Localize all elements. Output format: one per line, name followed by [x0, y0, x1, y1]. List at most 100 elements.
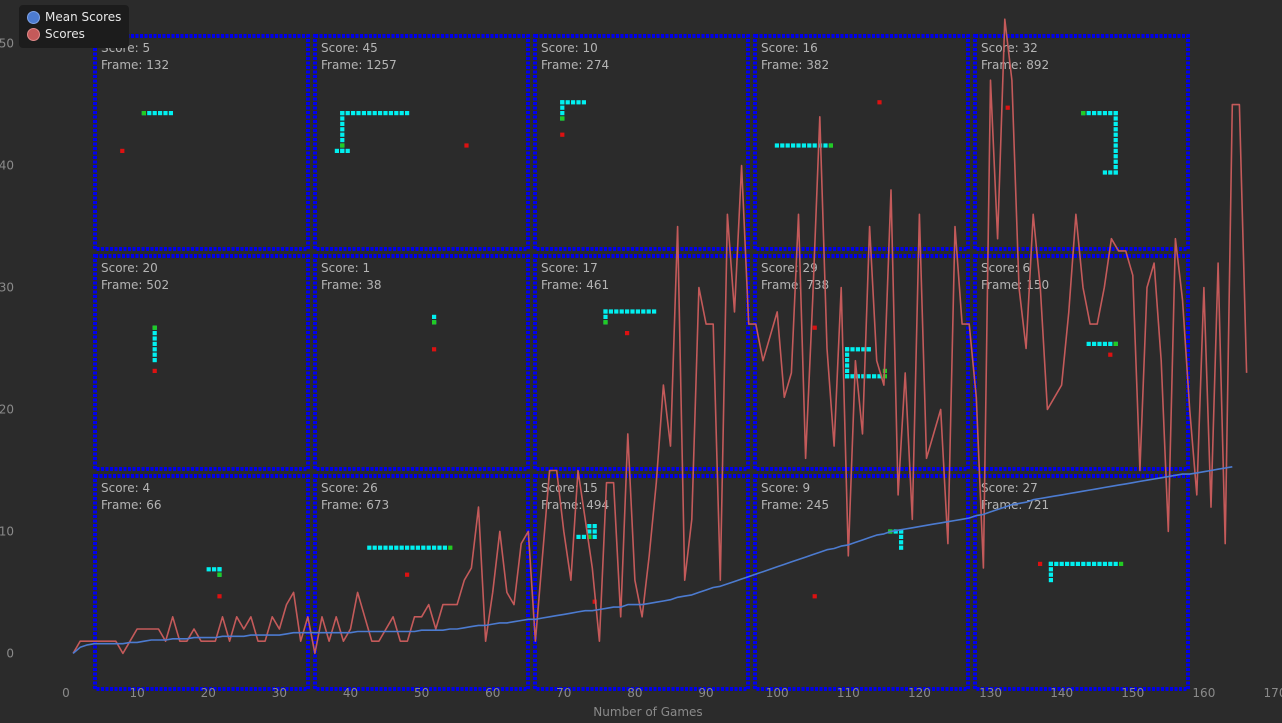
snake-body-cell	[415, 545, 420, 550]
legend-mean-label: Mean Scores	[45, 10, 122, 24]
snake-body-cell	[625, 309, 630, 314]
snake-head-cell	[141, 111, 146, 116]
snake-body-cell	[1097, 341, 1102, 346]
food-cell	[1005, 105, 1010, 110]
snake-body-cell	[378, 111, 383, 116]
board-frame-label: Frame: 892	[981, 58, 1049, 72]
board-frame-label: Frame: 38	[321, 278, 382, 292]
snake-body-cell	[158, 111, 163, 116]
x-tick-label: 50	[414, 686, 429, 700]
snake-body-cell	[345, 148, 350, 153]
board-frame-label: Frame: 66	[101, 498, 162, 512]
scores-line	[72, 18, 1248, 655]
snake-body-cell	[850, 374, 855, 379]
snake-body-cell	[442, 545, 447, 550]
snake-body-cell	[855, 347, 860, 352]
snake-body-cell	[812, 143, 817, 148]
snake-body-cell	[168, 111, 173, 116]
board-frame-label: Frame: 245	[761, 498, 829, 512]
snake-body-cell	[1102, 561, 1107, 566]
snake-body-cell	[581, 100, 586, 105]
board-score-label: Score: 17	[541, 261, 598, 275]
snake-head-cell	[217, 572, 222, 577]
y-tick-label: 50	[0, 37, 14, 51]
x-tick-label: 120	[908, 686, 931, 700]
snake-body-cell	[437, 545, 442, 550]
snake-body-cell	[845, 363, 850, 368]
snake-body-cell	[1108, 170, 1113, 175]
snake-body-cell	[1113, 159, 1118, 164]
snake-body-cell	[1081, 561, 1086, 566]
y-tick-label: 20	[0, 402, 14, 416]
snake-body-cell	[340, 138, 345, 143]
food-cell	[812, 594, 817, 599]
snake-body-cell	[340, 121, 345, 126]
food-cell	[464, 143, 469, 148]
snake-body-cell	[372, 111, 377, 116]
snake-body-cell	[845, 368, 850, 373]
board-frame-label: Frame: 274	[541, 58, 609, 72]
game-board: Score: 9 Frame: 245	[753, 474, 970, 691]
food-cell	[1038, 561, 1043, 566]
game-board: Score: 1 Frame: 38	[313, 254, 530, 471]
board-score-label: Score: 26	[321, 481, 378, 495]
snake-body-cell	[1113, 561, 1118, 566]
game-board: Score: 27 Frame: 721	[973, 474, 1190, 691]
snake-body-cell	[217, 567, 222, 572]
snake-body-cell	[1113, 116, 1118, 121]
board-score-label: Score: 9	[761, 481, 810, 495]
snake-head-cell	[152, 325, 157, 330]
food-cell	[1108, 352, 1113, 357]
snake-body-cell	[619, 309, 624, 314]
board-frame-label: Frame: 673	[321, 498, 389, 512]
snake-body-cell	[1113, 148, 1118, 153]
game-board: Score: 29Frame: 738	[753, 254, 970, 471]
board-score-label: Score: 10	[541, 41, 598, 55]
snake-body-cell	[603, 314, 608, 319]
board-frame-label: Frame: 1257	[321, 58, 397, 72]
game-board: Score: 26 Frame: 673	[313, 474, 530, 691]
snake-body-cell	[421, 545, 426, 550]
game-stats-chart: Score: 5Frame: 132Score: 45Frame: 1257Sc…	[0, 18, 1282, 719]
snake-body-cell	[899, 540, 904, 545]
snake-body-cell	[1102, 170, 1107, 175]
board-score-label: Score: 29	[761, 261, 818, 275]
snake-body-cell	[1086, 341, 1091, 346]
snake-body-cell	[1113, 111, 1118, 116]
snake-body-cell	[1086, 561, 1091, 566]
snake-body-cell	[899, 545, 904, 550]
snake-head-cell	[1113, 341, 1118, 346]
snake-body-cell	[432, 545, 437, 550]
snake-body-cell	[646, 309, 651, 314]
snake-body-cell	[206, 567, 211, 572]
x-tick-label: 10	[129, 686, 144, 700]
legend-item-scores[interactable]: Scores	[27, 26, 121, 43]
snake-body-cell	[1102, 111, 1107, 116]
snake-body-cell	[1054, 561, 1059, 566]
snake-body-cell	[850, 347, 855, 352]
board-score-label: Score: 45	[321, 41, 378, 55]
snake-body-cell	[560, 111, 565, 116]
snake-body-cell	[1113, 165, 1118, 170]
snake-body-cell	[1108, 111, 1113, 116]
snake-body-cell	[796, 143, 801, 148]
snake-body-cell	[1113, 132, 1118, 137]
snake-body-cell	[367, 111, 372, 116]
snake-head-cell	[1081, 111, 1086, 116]
snake-body-cell	[1113, 121, 1118, 126]
snake-body-cell	[1086, 111, 1091, 116]
snake-head-cell	[560, 116, 565, 121]
snake-body-cell	[608, 309, 613, 314]
mean-scores-line	[72, 466, 1233, 655]
snake-body-cell	[1075, 561, 1080, 566]
snake-body-cell	[356, 111, 361, 116]
snake-body-cell	[592, 529, 597, 534]
axes: 0 10 20 30 40 50 60 70 80 90 100 110 120 130 140 150 160…	[0, 37, 1282, 700]
snake-body-cell	[410, 545, 415, 550]
legend-item-mean[interactable]: Mean Scores	[27, 9, 121, 26]
food-cell	[560, 132, 565, 137]
x-tick-label: 100	[766, 686, 789, 700]
legend: Mean Scores Scores	[19, 5, 130, 48]
food-cell	[625, 331, 630, 336]
x-tick-label: 20	[201, 686, 216, 700]
